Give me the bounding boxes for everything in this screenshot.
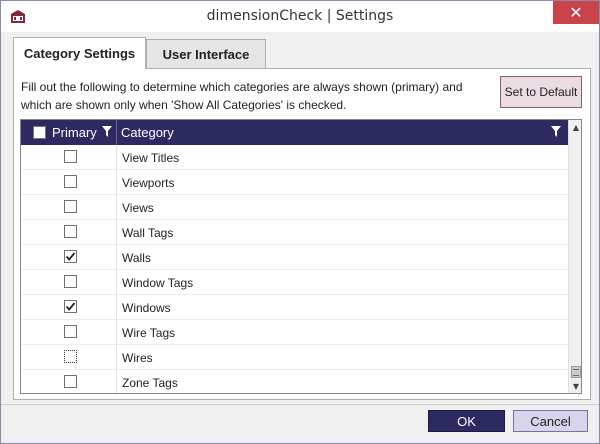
checkmark-icon [65, 302, 76, 311]
table-row[interactable]: Viewports [21, 170, 568, 195]
category-name: Wall Tags [122, 226, 174, 240]
set-to-default-button[interactable]: Set to Default [500, 76, 582, 108]
primary-checkbox[interactable] [64, 300, 77, 313]
select-all-checkbox[interactable] [33, 126, 46, 139]
category-grid: Primary Category View Titles Viewports Vie… [20, 119, 582, 394]
filter-icon[interactable] [101, 125, 113, 139]
grid-rows: View Titles Viewports Views Wall Tags Walls W… [21, 145, 568, 393]
primary-checkbox[interactable] [64, 225, 77, 238]
primary-checkbox[interactable] [64, 250, 77, 263]
table-row[interactable]: Wire Tags [21, 320, 568, 345]
checkmark-icon [65, 252, 76, 261]
footer-divider [1, 404, 599, 405]
scrollbar-thumb[interactable] [571, 366, 581, 378]
table-row[interactable]: Window Tags [21, 270, 568, 295]
category-name: View Titles [122, 151, 180, 165]
primary-checkbox[interactable] [64, 275, 77, 288]
table-row[interactable]: View Titles [21, 145, 568, 170]
category-name: Walls [122, 251, 151, 265]
primary-checkbox[interactable] [64, 200, 77, 213]
scroll-down-arrow-icon[interactable]: ▼ [569, 379, 581, 393]
category-name: Zone Tags [122, 376, 178, 390]
table-row[interactable]: Wires [21, 345, 568, 370]
tab-category-settings[interactable]: Category Settings [13, 37, 146, 69]
ok-button[interactable]: OK [428, 410, 505, 432]
close-icon: ✕ [569, 3, 583, 22]
scroll-up-arrow-icon[interactable]: ▲ [569, 120, 581, 134]
column-divider[interactable] [116, 120, 117, 145]
category-name: Wires [122, 351, 153, 365]
category-name: Views [122, 201, 154, 215]
column-header-primary[interactable]: Primary [52, 125, 97, 140]
window-title: dimensionCheck | Settings [206, 8, 394, 24]
column-header-category[interactable]: Category [121, 125, 174, 140]
primary-checkbox[interactable] [64, 175, 77, 188]
primary-checkbox[interactable] [64, 375, 77, 388]
instructions-text: Fill out the following to determine whic… [21, 80, 463, 112]
table-row[interactable]: Views [21, 195, 568, 220]
cancel-button[interactable]: Cancel [513, 410, 588, 432]
primary-checkbox[interactable] [64, 150, 77, 163]
primary-checkbox[interactable] [64, 325, 77, 338]
filter-icon[interactable] [550, 125, 562, 139]
table-row[interactable]: Walls [21, 245, 568, 270]
vertical-scrollbar[interactable]: ▲ ▼ [568, 120, 581, 393]
category-name: Windows [122, 301, 171, 315]
table-row[interactable]: Windows [21, 295, 568, 320]
category-name: Wire Tags [122, 326, 176, 340]
category-settings-panel: Fill out the following to determine whic… [13, 68, 591, 400]
close-button[interactable]: ✕ [553, 1, 599, 24]
title-bar[interactable]: dimensionCheck | Settings ✕ [1, 1, 599, 32]
primary-checkbox[interactable] [64, 350, 77, 363]
category-name: Viewports [122, 176, 175, 190]
tab-user-interface[interactable]: User Interface [146, 39, 266, 68]
table-row[interactable]: Zone Tags [21, 370, 568, 393]
category-name: Window Tags [122, 276, 194, 290]
grid-header: Primary Category [21, 120, 568, 145]
settings-window: dimensionCheck | Settings ✕ Category Set… [0, 0, 600, 444]
table-row[interactable]: Wall Tags [21, 220, 568, 245]
